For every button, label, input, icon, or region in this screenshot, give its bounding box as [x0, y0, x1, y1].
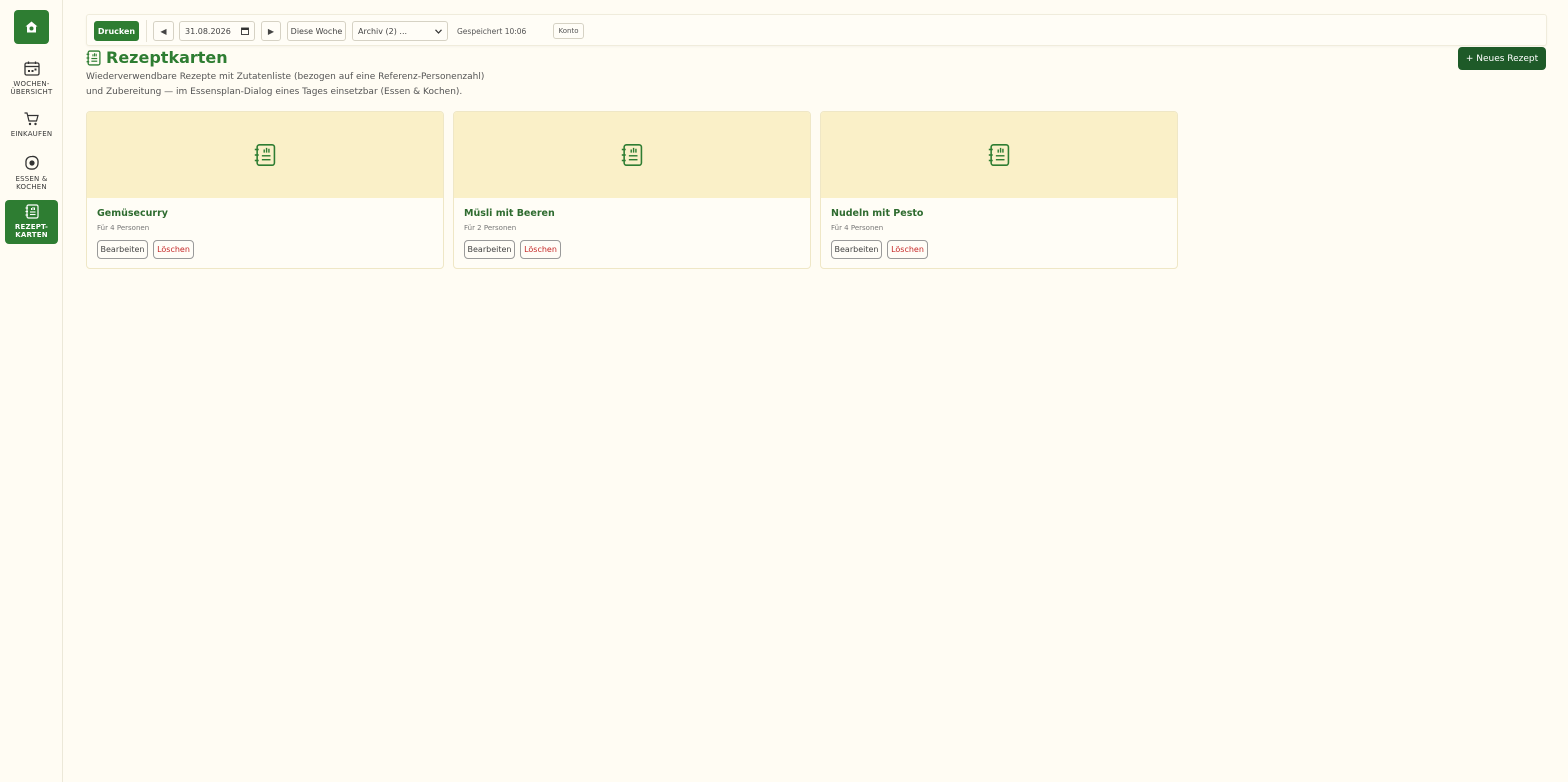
delete-recipe-button[interactable]: Löschen — [520, 240, 561, 259]
calendar-icon — [241, 27, 249, 35]
toolbar-divider — [146, 20, 147, 42]
calendar-icon — [23, 61, 40, 76]
sidebar-item-label: REZEPT- KARTEN — [14, 223, 49, 239]
next-week-button[interactable]: ▶ — [261, 21, 281, 41]
recipe-title: Gemüsecurry — [97, 208, 168, 219]
recipe-card[interactable]: Müsli mit Beeren Für 2 Personen Bearbeit… — [453, 111, 811, 269]
recipe-book-icon — [621, 144, 643, 166]
recipe-title: Nudeln mit Pesto — [831, 208, 924, 219]
recipe-servings: Für 2 Personen — [464, 224, 517, 232]
fried-egg-icon — [24, 155, 39, 170]
recipe-book-icon — [254, 144, 276, 166]
sidebar-item-eating-cooking[interactable]: ESSEN & KOCHEN — [5, 155, 58, 191]
recipe-card-image — [87, 112, 443, 198]
sidebar-item-shopping[interactable]: EINKAUFEN — [5, 112, 58, 138]
recipe-book-icon — [25, 204, 39, 219]
recipe-title: Müsli mit Beeren — [464, 208, 555, 219]
toolbar: Drucken ◀ 31.08.2026 ▶ Diese Woche Archi… — [86, 14, 1547, 46]
archive-select[interactable]: Archiv (2) ... — [352, 21, 448, 41]
sidebar-item-recipe-cards[interactable]: REZEPT- KARTEN — [5, 200, 58, 244]
recipe-servings: Für 4 Personen — [97, 224, 150, 232]
print-button[interactable]: Drucken — [94, 21, 139, 41]
delete-recipe-button[interactable]: Löschen — [153, 240, 194, 259]
cart-icon — [24, 112, 39, 126]
this-week-button[interactable]: Diese Woche — [287, 21, 346, 41]
sidebar-item-label: WOCHEN- ÜBERSICHT — [10, 80, 53, 96]
recipe-servings: Für 4 Personen — [831, 224, 884, 232]
recipe-card-image — [454, 112, 810, 198]
new-recipe-button[interactable]: + Neues Rezept — [1458, 47, 1546, 70]
sidebar-item-week-overview[interactable]: WOCHEN- ÜBERSICHT — [5, 61, 58, 96]
date-input[interactable]: 31.08.2026 — [179, 21, 255, 41]
recipe-book-icon — [86, 49, 101, 66]
page-title: Rezeptkarten — [86, 48, 228, 67]
sidebar-item-label: ESSEN & KOCHEN — [15, 175, 48, 191]
archive-selected-value: Archiv (2) ... — [358, 26, 408, 36]
recipe-book-icon — [988, 144, 1010, 166]
subtitle-line: Wiederverwendbare Rezepte mit Zutatenlis… — [86, 72, 485, 82]
recipe-card[interactable]: Nudeln mit Pesto Für 4 Personen Bearbeit… — [820, 111, 1178, 269]
sidebar-item-label: EINKAUFEN — [10, 130, 53, 138]
edit-recipe-button[interactable]: Bearbeiten — [97, 240, 148, 259]
sidebar: WOCHEN- ÜBERSICHT EINKAUFEN ESSEN & KOCH… — [0, 0, 63, 782]
home-button[interactable] — [14, 10, 49, 44]
date-value: 31.08.2026 — [185, 26, 231, 36]
chevron-down-icon — [435, 28, 442, 34]
previous-week-button[interactable]: ◀ — [153, 21, 174, 41]
account-button[interactable]: Konto — [553, 23, 584, 39]
delete-recipe-button[interactable]: Löschen — [887, 240, 928, 259]
page-title-text: Rezeptkarten — [106, 48, 228, 67]
save-status: Gespeichert 10:06 — [457, 26, 527, 36]
recipe-card[interactable]: Gemüsecurry Für 4 Personen Bearbeiten Lö… — [86, 111, 444, 269]
recipe-card-image — [821, 112, 1177, 198]
edit-recipe-button[interactable]: Bearbeiten — [464, 240, 515, 259]
edit-recipe-button[interactable]: Bearbeiten — [831, 240, 882, 259]
page-subtitle: Wiederverwendbare Rezepte mit Zutatenlis… — [86, 70, 506, 100]
house-icon — [25, 21, 38, 33]
subtitle-line: und Zubereitung — im Essensplan-Dialog e… — [86, 87, 463, 97]
